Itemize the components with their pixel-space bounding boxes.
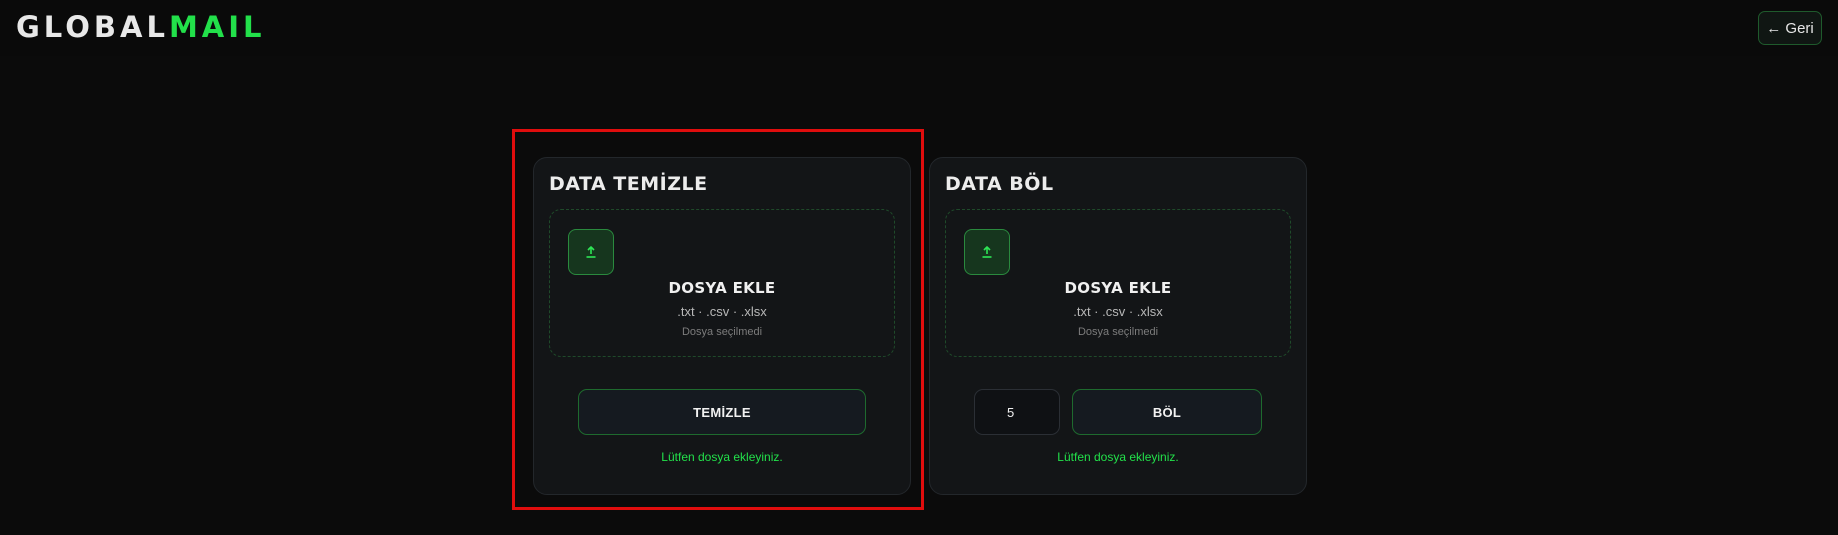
split-dropzone-formats: .txt · .csv · .xlsx: [1073, 304, 1163, 319]
clean-data-card: DATA TEMİZLE DOSYA EKLE .txt · .csv · .x…: [533, 157, 911, 495]
upload-icon[interactable]: [568, 229, 614, 275]
clean-button-label: TEMİZLE: [693, 404, 751, 420]
clean-file-dropzone[interactable]: DOSYA EKLE .txt · .csv · .xlsx Dosya seç…: [549, 209, 895, 357]
logo[interactable]: GLOBALMAIL: [16, 10, 266, 44]
split-status-note: Lütfen dosya ekleyiniz.: [1057, 450, 1179, 464]
clean-dropzone-title: DOSYA EKLE: [668, 279, 776, 297]
clean-card-title: DATA TEMİZLE: [549, 173, 708, 195]
clean-dropzone-status: Dosya seçilmedi: [681, 326, 763, 338]
split-count-input[interactable]: [974, 389, 1060, 435]
split-card-title: DATA BÖL: [945, 173, 1054, 195]
clean-button[interactable]: TEMİZLE: [578, 389, 866, 435]
logo-text-global: GLOBAL: [16, 10, 169, 44]
split-dropzone-title: DOSYA EKLE: [1064, 279, 1172, 297]
split-data-card: DATA BÖL DOSYA EKLE .txt · .csv · .xlsx …: [929, 157, 1307, 495]
split-dropzone-status: Dosya seçilmedi: [1077, 326, 1159, 338]
back-button-label: ← Geri: [1766, 19, 1814, 37]
clean-status-note: Lütfen dosya ekleyiniz.: [661, 450, 783, 464]
split-file-dropzone[interactable]: DOSYA EKLE .txt · .csv · .xlsx Dosya seç…: [945, 209, 1291, 357]
back-button[interactable]: ← Geri: [1758, 11, 1822, 45]
split-button-label: BÖL: [1152, 404, 1182, 420]
top-bar: GLOBALMAIL ← Geri: [0, 0, 1838, 56]
upload-icon[interactable]: [964, 229, 1010, 275]
split-button[interactable]: BÖL: [1072, 389, 1262, 435]
logo-text-mail: MAIL: [168, 10, 266, 44]
clean-dropzone-formats: .txt · .csv · .xlsx: [677, 304, 767, 319]
